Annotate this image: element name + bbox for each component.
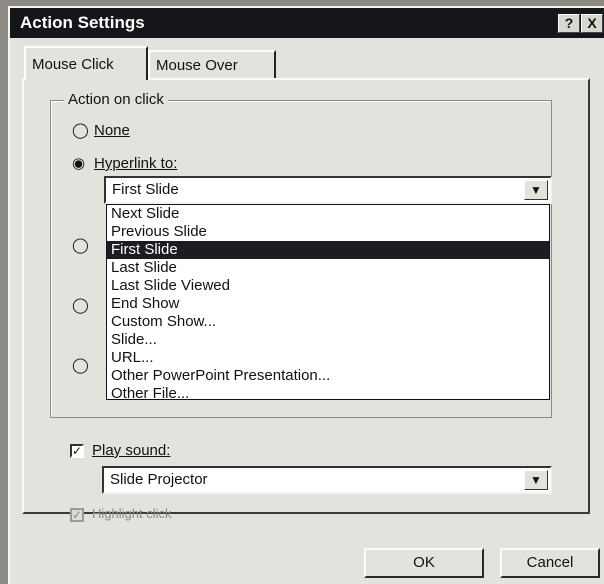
help-button[interactable]: ? [558, 14, 580, 33]
radio-empty-icon: ◯ [72, 237, 89, 254]
play-sound-checkbox[interactable]: ✓ Play sound: [70, 442, 170, 459]
hyperlink-radio[interactable]: ◉ Hyperlink to: [72, 154, 177, 172]
object-action-radio[interactable]: ◯ [72, 356, 89, 374]
play-sound-label: Play sound: [92, 442, 171, 459]
list-item[interactable]: Other File... [107, 385, 549, 403]
tab-mouse-click[interactable]: Mouse Click [24, 46, 148, 80]
hyperlink-value: First Slide [112, 181, 179, 198]
list-item[interactable]: Other PowerPoint Presentation... [107, 367, 549, 385]
highlight-click-label: Highlight click [92, 506, 172, 521]
chevron-down-icon[interactable]: ▼ [524, 180, 548, 200]
close-button[interactable]: X [581, 14, 603, 33]
sound-select[interactable]: Slide Projector ▼ [102, 466, 552, 494]
ok-button[interactable]: OK [364, 548, 484, 578]
hyperlink-select[interactable]: First Slide ▼ [104, 176, 552, 204]
list-item[interactable]: URL... [107, 349, 549, 367]
list-item[interactable]: Slide... [107, 331, 549, 349]
title-bar: Action Settings ? X [10, 8, 604, 38]
radio-empty-icon: ◯ [72, 122, 89, 139]
list-item[interactable]: Last Slide Viewed [107, 277, 549, 295]
radio-empty-icon: ◯ [72, 297, 89, 314]
hyperlink-label: Hyperlink to: [94, 155, 178, 172]
highlight-click-checkbox[interactable]: ✓ Highlight click [70, 506, 171, 522]
run-macro-radio[interactable]: ◯ [72, 296, 89, 314]
hyperlink-dropdown-list[interactable]: Next Slide Previous Slide First Slide La… [106, 204, 550, 403]
list-item[interactable]: Custom Show... [107, 313, 549, 331]
group-label: Action on click [64, 91, 168, 108]
list-item-selected[interactable]: First Slide [107, 241, 549, 259]
checkmark-icon: ✓ [70, 507, 84, 522]
list-item[interactable]: Next Slide [107, 205, 549, 223]
run-program-radio[interactable]: ◯ [72, 236, 89, 254]
none-radio[interactable]: ◯ None [72, 121, 130, 139]
list-item[interactable]: End Show [107, 295, 549, 313]
cancel-button[interactable]: Cancel [500, 548, 600, 578]
dialog-title: Action Settings [20, 13, 145, 32]
tab-mouse-over[interactable]: Mouse Over [148, 50, 276, 78]
list-item[interactable]: Previous Slide [107, 223, 549, 241]
checkmark-icon: ✓ [70, 444, 84, 459]
radio-empty-icon: ◯ [72, 357, 89, 374]
chevron-down-icon[interactable]: ▼ [524, 470, 548, 490]
sound-value: Slide Projector [110, 471, 208, 488]
list-item[interactable]: Last Slide [107, 259, 549, 277]
radio-selected-icon: ◉ [72, 155, 86, 172]
none-label: None [94, 122, 130, 139]
